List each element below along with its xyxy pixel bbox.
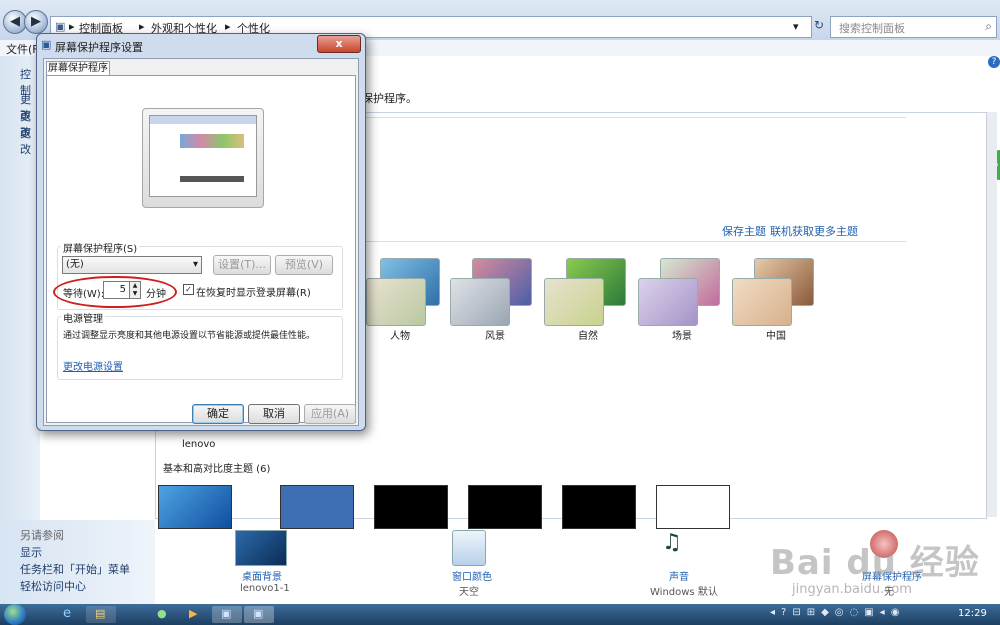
preview-titlebar — [150, 116, 256, 124]
dialog-taskbar-icon[interactable]: ▣ — [244, 606, 274, 623]
preview-button[interactable]: 预览(V) — [275, 255, 333, 275]
theme-stack-icon — [450, 278, 510, 326]
close-button[interactable]: x — [317, 35, 361, 53]
control-panel-taskbar-icon[interactable]: ▣ — [212, 606, 242, 623]
resume-label: 在恢复时显示登录屏幕(R) — [196, 288, 311, 299]
desktop-background-value: lenovo1-1 — [240, 583, 290, 594]
chevron-down-icon: ▾ — [192, 259, 198, 270]
window-color-icon[interactable] — [452, 530, 486, 566]
basic-theme-hc2[interactable] — [468, 485, 542, 529]
save-theme-link[interactable]: 保存主题 — [722, 223, 766, 239]
folder-icon: ▣ — [55, 20, 66, 33]
desktop-background-icon[interactable] — [235, 530, 287, 566]
sound-link[interactable]: 声音 — [669, 568, 689, 583]
app-icon[interactable]: ● — [148, 606, 178, 623]
tab-panel: 屏幕保护程序(S) (无) ▾ 设置(T)... 预览(V) 等待(W): 5 … — [46, 75, 356, 423]
red-highlight-ellipse — [53, 276, 177, 308]
watermark-url: jingyan.baidu.com — [792, 582, 912, 597]
see-also-link[interactable]: 轻松访问中心 — [20, 578, 86, 594]
screensaver-settings-dialog: ▣ 屏幕保护程序设置 x 屏幕保护程序 屏幕保护程序(S) (无) ▾ 设置(T… — [36, 33, 366, 431]
baidu-watermark: Bai du 经验 — [770, 543, 980, 583]
tray-icons[interactable]: ◂?⊟⊞◆◎◌▣◂◉ — [770, 607, 905, 618]
help-icon[interactable]: ? — [988, 56, 1000, 68]
theme-label: 中国 — [766, 331, 786, 342]
search-placeholder: 搜索控制面板 — [839, 22, 905, 35]
theme-label: 风景 — [485, 331, 505, 342]
start-button[interactable] — [4, 604, 26, 625]
theme-scene[interactable] — [638, 258, 720, 328]
theme-stack-icon — [366, 278, 426, 326]
basic-theme-classic[interactable] — [280, 485, 354, 529]
theme-stack-icon — [544, 278, 604, 326]
intro-text: 保护程序。 — [362, 92, 417, 105]
monitor-preview — [142, 108, 264, 208]
dropdown-icon[interactable]: ▾ — [793, 20, 799, 33]
dialog-body: 屏幕保护程序 屏幕保护程序(S) (无) ▾ 设置(T)... 预览(V) 等待… — [43, 58, 359, 426]
theme-nature[interactable] — [544, 258, 626, 328]
search-input[interactable]: 搜索控制面板 ⌕ — [830, 16, 997, 38]
see-also-link[interactable]: 显示 — [20, 544, 42, 560]
screensaver-select-value: (无) — [66, 259, 84, 270]
refresh-icon[interactable]: ↻ — [814, 18, 824, 32]
theme-label: 人物 — [390, 331, 410, 342]
theme-china[interactable] — [732, 258, 814, 328]
tab-screensaver[interactable]: 屏幕保护程序 — [46, 61, 110, 76]
apply-button[interactable]: 应用(A) — [304, 404, 356, 424]
settings-button[interactable]: 设置(T)... — [213, 255, 271, 275]
dialog-title: 屏幕保护程序设置 — [55, 41, 143, 54]
power-settings-link[interactable]: 更改电源设置 — [63, 358, 123, 373]
see-also-pane: 另请参阅 显示 任务栏和「开始」菜单 轻松访问中心 — [0, 520, 155, 604]
theme-landscape[interactable] — [450, 258, 532, 328]
chevron-icon: ▸ — [225, 20, 231, 33]
basic-theme-win7[interactable] — [158, 485, 232, 529]
resume-checkbox[interactable]: ✓ — [183, 284, 194, 295]
preview-themes — [180, 134, 244, 148]
scrollbar[interactable] — [986, 112, 997, 517]
theme-label: 自然 — [578, 331, 598, 342]
see-also-link[interactable]: 任务栏和「开始」菜单 — [20, 561, 130, 577]
power-text: 通过调整显示亮度和其他电源设置以节省能源或提供最佳性能。 — [63, 331, 316, 341]
see-also-title: 另请参阅 — [20, 529, 64, 542]
basic-section-title: 基本和高对比度主题 (6) — [163, 464, 271, 475]
window-color-value: 天空 — [459, 587, 479, 598]
search-icon[interactable]: ⌕ — [985, 19, 992, 34]
screensaver-group-label: 屏幕保护程序(S) — [61, 240, 140, 255]
desktop-background-link[interactable]: 桌面背景 — [242, 568, 282, 583]
theme-label: 场景 — [672, 331, 692, 342]
basic-theme-hc-white[interactable] — [656, 485, 730, 529]
dialog-app-icon: ▣ — [41, 38, 52, 51]
clock[interactable]: 12:29 — [958, 608, 987, 619]
forward-button[interactable]: ▶ — [24, 10, 48, 34]
preview-screen — [149, 115, 257, 197]
theme-people[interactable] — [356, 258, 440, 328]
media-icon[interactable]: ▶ — [180, 606, 210, 623]
screensaver-select[interactable]: (无) ▾ — [62, 256, 202, 274]
cancel-button[interactable]: 取消 — [248, 404, 300, 424]
basic-theme-hc1[interactable] — [374, 485, 448, 529]
get-more-themes-link[interactable]: 联机获取更多主题 — [770, 223, 858, 239]
installed-theme-label: lenovo — [182, 439, 216, 450]
chevron-icon: ▸ — [69, 20, 75, 33]
sound-value: Windows 默认 — [650, 587, 718, 598]
theme-stack-icon — [732, 278, 792, 326]
ok-button[interactable]: 确定 — [192, 404, 244, 424]
chevron-icon: ▸ — [139, 20, 145, 33]
taskbar: e ▤ ● ▶ ▣ ▣ ◂?⊟⊞◆◎◌▣◂◉ 12:29 — [0, 604, 1000, 625]
sound-icon[interactable]: ♫ — [662, 530, 682, 555]
basic-theme-hc-black[interactable] — [562, 485, 636, 529]
theme-stack-icon — [638, 278, 698, 326]
ie-icon[interactable]: e — [54, 606, 84, 623]
explorer-icon[interactable]: ▤ — [86, 606, 116, 623]
preview-themes — [180, 176, 244, 182]
window-color-link[interactable]: 窗口颜色 — [452, 568, 492, 583]
power-group-label: 电源管理 — [61, 310, 105, 325]
